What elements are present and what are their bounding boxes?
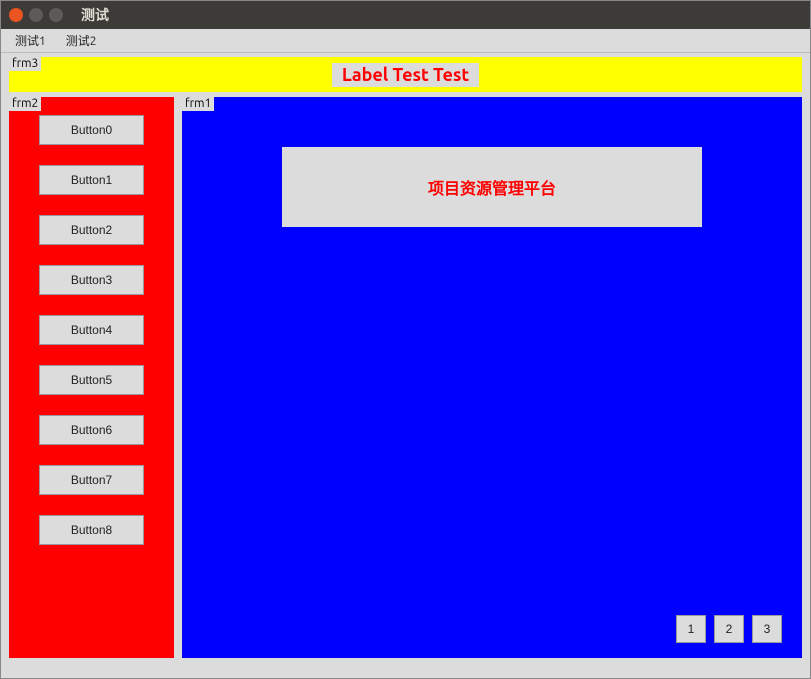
frm3-label: frm3: [9, 57, 41, 71]
frame-frm2: frm2 Button0 Button1 Button2 Button3 But…: [9, 97, 174, 658]
button-7[interactable]: Button7: [39, 465, 144, 495]
button-5[interactable]: Button5: [39, 365, 144, 395]
menu-item-test1[interactable]: 测试1: [7, 30, 54, 51]
bottom-button-3[interactable]: 3: [752, 615, 782, 643]
lower-panels: frm2 Button0 Button1 Button2 Button3 But…: [9, 97, 802, 658]
bottom-button-2[interactable]: 2: [714, 615, 744, 643]
frm1-label: frm1: [182, 97, 214, 111]
titlebar: 测试: [1, 1, 810, 29]
menu-item-test2[interactable]: 测试2: [58, 30, 105, 51]
button-0[interactable]: Button0: [39, 115, 144, 145]
button-6[interactable]: Button6: [39, 415, 144, 445]
frame-frm3: frm3 Label Test Test: [9, 57, 802, 92]
close-icon[interactable]: [9, 8, 23, 22]
maximize-icon[interactable]: [49, 8, 63, 22]
button-3[interactable]: Button3: [39, 265, 144, 295]
frm1-title-text: 项目资源管理平台: [428, 175, 556, 199]
frame-frm1: frm1 项目资源管理平台 1 2 3: [182, 97, 802, 658]
frm1-bottom-button-group: 1 2 3: [676, 615, 782, 643]
frm2-label: frm2: [9, 97, 41, 111]
window-controls: [9, 8, 63, 22]
minimize-icon[interactable]: [29, 8, 43, 22]
button-1[interactable]: Button1: [39, 165, 144, 195]
menubar: 测试1 测试2: [1, 29, 810, 53]
app-window: 测试 测试1 测试2 frm3 Label Test Test frm2 But…: [0, 0, 811, 679]
window-title: 测试: [81, 5, 109, 25]
content-area: frm3 Label Test Test frm2 Button0 Button…: [1, 53, 810, 678]
button-4[interactable]: Button4: [39, 315, 144, 345]
frm1-title-box: 项目资源管理平台: [282, 147, 702, 227]
frm3-title-label: Label Test Test: [332, 63, 479, 87]
bottom-button-1[interactable]: 1: [676, 615, 706, 643]
button-2[interactable]: Button2: [39, 215, 144, 245]
button-8[interactable]: Button8: [39, 515, 144, 545]
